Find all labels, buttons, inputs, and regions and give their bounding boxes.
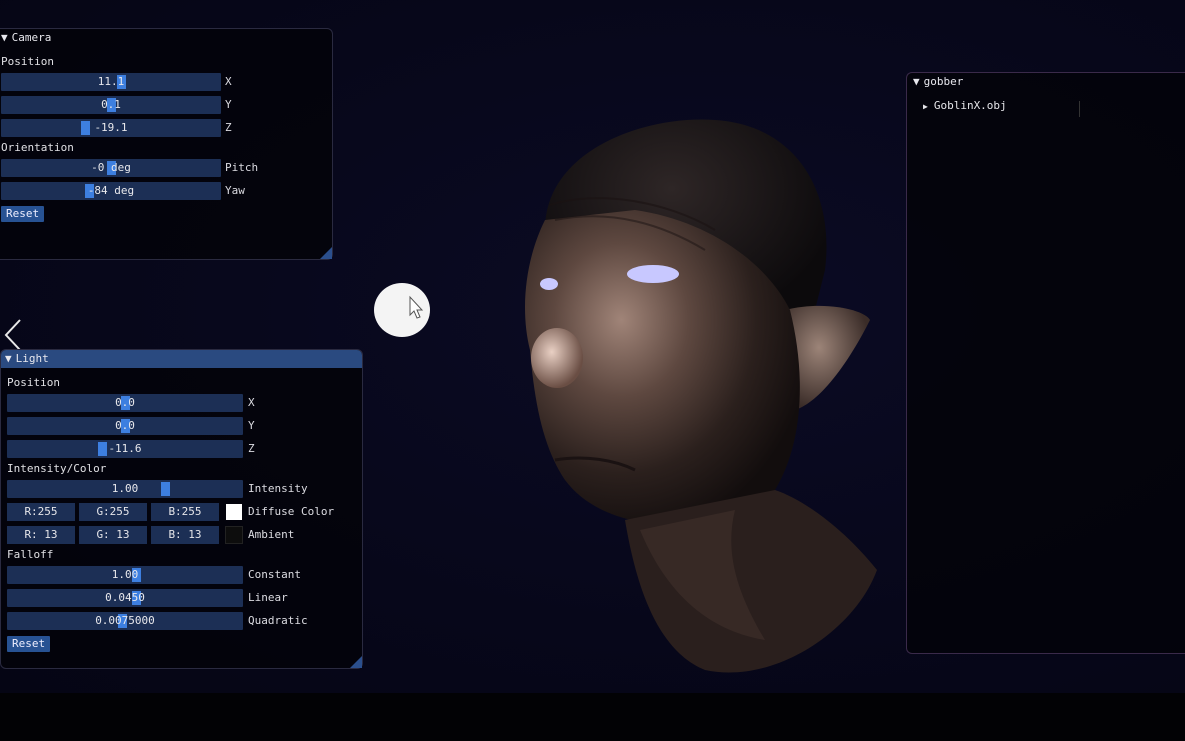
resize-grip[interactable] bbox=[350, 656, 362, 668]
light-pos-z-label: Z bbox=[248, 442, 255, 455]
scene-window[interactable]: ▼ gobber ▶ GoblinX.obj bbox=[906, 72, 1185, 654]
camera-pos-x-label: X bbox=[225, 75, 232, 88]
light-quadratic-label: Quadratic bbox=[248, 614, 308, 627]
slider-value: -84 deg bbox=[87, 184, 135, 197]
slider-value: -19.1 bbox=[94, 121, 128, 134]
ambient-color-label: Ambient bbox=[248, 528, 295, 541]
camera-pitch-label: Pitch bbox=[225, 161, 259, 174]
light-pos-z-slider[interactable]: -11.6 bbox=[7, 440, 243, 458]
camera-window-title[interactable]: ▼ Camera bbox=[0, 29, 332, 47]
light-falloff-heading: Falloff bbox=[7, 548, 54, 561]
camera-pos-z-label: Z bbox=[225, 121, 232, 134]
scene-window-title[interactable]: ▼ gobber bbox=[907, 73, 1185, 91]
ambient-color-swatch[interactable] bbox=[225, 526, 243, 544]
slider-grab[interactable] bbox=[81, 121, 90, 135]
slider-value: 0.0450 bbox=[105, 591, 145, 604]
mouse-cursor-highlight bbox=[374, 283, 430, 337]
light-window[interactable]: ▼ Light Position 0.0 X 0.0 Y -11.6 Z Inte… bbox=[0, 349, 363, 669]
slider-value: 0.0 bbox=[115, 396, 135, 409]
light-pos-y-label: Y bbox=[248, 419, 255, 432]
collapse-triangle-icon[interactable]: ▼ bbox=[5, 350, 12, 368]
camera-yaw-label: Yaw bbox=[225, 184, 245, 197]
expand-triangle-icon[interactable]: ▶ bbox=[923, 102, 928, 111]
bottom-bar bbox=[0, 693, 1185, 741]
diffuse-g-field[interactable]: G:255 bbox=[79, 503, 147, 521]
light-pos-x-slider[interactable]: 0.0 bbox=[7, 394, 243, 412]
slider-value: 0.0 bbox=[115, 419, 135, 432]
camera-position-heading: Position bbox=[1, 55, 54, 68]
goblin-head-model[interactable] bbox=[505, 110, 885, 680]
slider-value: 1.00 bbox=[111, 482, 139, 495]
collapse-triangle-icon[interactable]: ▼ bbox=[1, 29, 8, 47]
slider-value: 0.0075000 bbox=[95, 614, 155, 627]
light-constant-slider[interactable]: 1.00 bbox=[7, 566, 243, 584]
camera-title-label: Camera bbox=[11, 31, 52, 44]
diffuse-color-swatch[interactable] bbox=[226, 504, 242, 520]
camera-reset-button[interactable]: Reset bbox=[1, 206, 45, 222]
camera-pos-y-label: Y bbox=[225, 98, 232, 111]
light-intensity-label: Intensity bbox=[248, 482, 308, 495]
mouse-cursor-icon bbox=[409, 295, 424, 319]
camera-pos-z-slider[interactable]: -19.1 bbox=[1, 119, 221, 137]
camera-pos-y-slider[interactable]: 0.1 bbox=[1, 96, 221, 114]
light-window-title[interactable]: ▼ Light bbox=[1, 350, 362, 368]
diffuse-b-field[interactable]: B:255 bbox=[151, 503, 219, 521]
slider-value: 0.1 bbox=[101, 98, 121, 111]
slider-grab[interactable] bbox=[98, 442, 107, 456]
scene-tree-item[interactable]: ▶ GoblinX.obj bbox=[923, 97, 1007, 116]
slider-value: -0 deg bbox=[91, 161, 131, 174]
diffuse-r-field[interactable]: R:255 bbox=[7, 503, 75, 521]
camera-yaw-slider[interactable]: -84 deg bbox=[1, 182, 221, 200]
back-arrow-icon[interactable] bbox=[2, 318, 26, 352]
tree-item-label: GoblinX.obj bbox=[933, 99, 1007, 112]
slider-value: 11.1 bbox=[97, 75, 125, 88]
light-quadratic-slider[interactable]: 0.0075000 bbox=[7, 612, 243, 630]
light-constant-label: Constant bbox=[248, 568, 301, 581]
ambient-b-field[interactable]: B: 13 bbox=[151, 526, 219, 544]
light-position-heading: Position bbox=[7, 376, 60, 389]
ambient-r-field[interactable]: R: 13 bbox=[7, 526, 75, 544]
camera-orientation-heading: Orientation bbox=[1, 141, 74, 154]
ambient-g-field[interactable]: G: 13 bbox=[79, 526, 147, 544]
camera-pitch-slider[interactable]: -0 deg bbox=[1, 159, 221, 177]
slider-grab[interactable] bbox=[161, 482, 170, 496]
slider-value: 1.00 bbox=[111, 568, 139, 581]
collapse-triangle-icon[interactable]: ▼ bbox=[913, 73, 920, 91]
light-reset-button[interactable]: Reset bbox=[7, 636, 51, 652]
light-title-label: Light bbox=[15, 352, 49, 365]
resize-grip[interactable] bbox=[320, 247, 332, 259]
diffuse-color-label: Diffuse Color bbox=[248, 505, 335, 518]
light-intensity-slider[interactable]: 1.00 bbox=[7, 480, 243, 498]
scene-column-divider bbox=[1079, 101, 1080, 117]
light-intensity-heading: Intensity/Color bbox=[7, 462, 107, 475]
camera-window[interactable]: ▼ Camera Position 11.1 X 0.1 Y -19.1 Z Or… bbox=[0, 28, 333, 260]
scene-title-label: gobber bbox=[923, 75, 964, 88]
light-pos-y-slider[interactable]: 0.0 bbox=[7, 417, 243, 435]
camera-pos-x-slider[interactable]: 11.1 bbox=[1, 73, 221, 91]
light-linear-label: Linear bbox=[248, 591, 288, 604]
light-pos-x-label: X bbox=[248, 396, 255, 409]
slider-value: -11.6 bbox=[108, 442, 142, 455]
light-linear-slider[interactable]: 0.0450 bbox=[7, 589, 243, 607]
